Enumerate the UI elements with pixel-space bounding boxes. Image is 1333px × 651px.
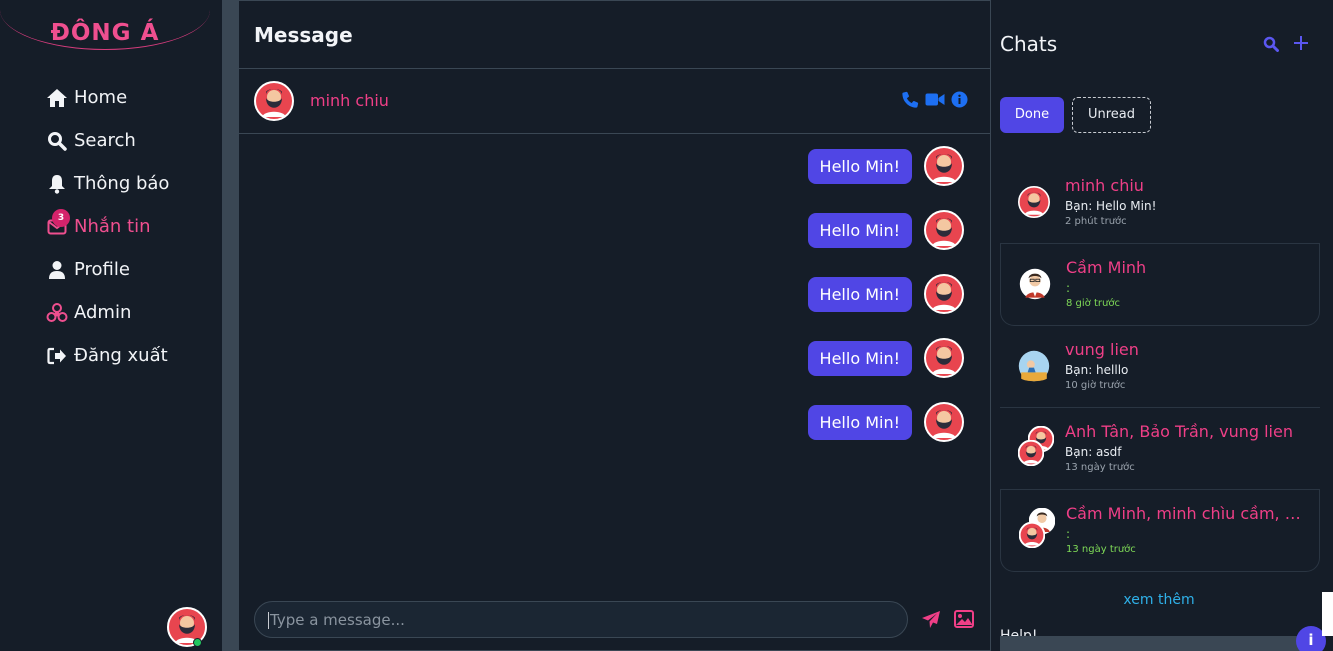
sidebar-item-messages[interactable]: 3 Nhắn tin (46, 205, 169, 248)
sender-avatar (924, 210, 964, 250)
sidebar-nav: Home Search Thông báo 3 Nhắn tin Profile… (46, 76, 169, 377)
sidebar-item-logout[interactable]: Đăng xuất (46, 334, 169, 377)
chat-avatar (1019, 268, 1051, 300)
bell-icon (46, 173, 68, 195)
filter-unread-button[interactable]: Unread (1072, 97, 1151, 133)
video-call-icon[interactable] (925, 92, 945, 107)
sender-avatar (924, 402, 964, 442)
app: ĐÔNG Á Home Search Thông báo 3 Nhắn tin … (0, 0, 1333, 651)
sidebar-item-home[interactable]: Home (46, 76, 169, 119)
message-row: Hello Min! (807, 338, 964, 378)
chat-last-message: : (1066, 281, 1071, 295)
image-upload-icon[interactable] (954, 610, 974, 628)
conversation-actions (902, 91, 968, 108)
filter-done-button[interactable]: Done (1000, 97, 1064, 133)
sidebar-item-label: Thông báo (74, 173, 170, 194)
chats-panel: Chats Done Unread minh chiu Bạn: Hello M… (991, 0, 1333, 651)
sender-avatar (924, 146, 964, 186)
sender-avatar (924, 338, 964, 378)
user-icon (46, 259, 68, 281)
sidebar-item-profile[interactable]: Profile (46, 248, 169, 291)
sidebar-item-label: Đăng xuất (74, 345, 168, 366)
search-icon (46, 130, 68, 152)
chat-time: 10 giờ trước (1065, 380, 1126, 391)
message-row: Hello Min! (807, 146, 964, 186)
page-title: Message (254, 22, 353, 47)
chat-name: Cầm Minh, minh chìu cầm, Mi... (1066, 504, 1314, 523)
sidebar-item-label: Home (74, 87, 128, 108)
chat-name: vung lien (1065, 340, 1139, 359)
sidebar-item-admin[interactable]: Admin (46, 291, 169, 334)
message-row: Hello Min! (807, 210, 964, 250)
message-row: Hello Min! (807, 274, 964, 314)
sidebar-item-label: Nhắn tin (74, 216, 151, 237)
chat-last-message: Bạn: Hello Min! (1065, 199, 1157, 213)
message-input[interactable]: Type a message... (254, 601, 908, 638)
scrollbar-thumb[interactable] (1322, 592, 1333, 636)
biohazard-icon (46, 302, 68, 324)
sidebar-item-label: Search (74, 130, 136, 151)
chat-time: 13 ngày trước (1066, 544, 1136, 555)
chat-list-item[interactable]: Anh Tân, Bảo Trần, vung lien Bạn: asdf 1… (1000, 408, 1320, 490)
chat-list-item[interactable]: vung lien Bạn: helllo 10 giờ trước (1000, 326, 1320, 408)
sidebar-item-label: Admin (74, 302, 132, 323)
message-bubble[interactable]: Hello Min! (807, 340, 912, 376)
brand-logo[interactable]: ĐÔNG Á (0, 0, 210, 52)
contact-name[interactable]: minh chiu (310, 91, 389, 110)
conversation-header: minh chiu (239, 69, 990, 134)
scrollbar-track[interactable] (1322, 0, 1333, 592)
send-icon[interactable] (921, 610, 941, 629)
chat-name: Cầm Minh (1066, 258, 1147, 277)
sidebar-item-search[interactable]: Search (46, 119, 169, 162)
contact-avatar[interactable] (254, 81, 294, 121)
chat-list-item[interactable]: minh chiu Bạn: Hello Min! 2 phút trước (1000, 162, 1320, 244)
chat-avatar (1018, 186, 1050, 218)
plus-icon[interactable] (1293, 34, 1309, 52)
chats-title: Chats (1000, 32, 1058, 56)
message-bubble[interactable]: Hello Min! (807, 404, 912, 440)
message-row: Hello Min! (807, 402, 964, 442)
unread-badge: 3 (52, 209, 70, 227)
message-bubble[interactable]: Hello Min! (807, 148, 912, 184)
chat-time: 13 ngày trước (1065, 462, 1135, 473)
logout-icon (46, 345, 68, 367)
chat-list-item[interactable]: Cầm Minh : 8 giờ trước (1000, 244, 1320, 326)
phone-icon[interactable] (902, 91, 919, 108)
sidebar-item-notifications[interactable]: Thông báo (46, 162, 169, 205)
chat-last-message: : (1066, 527, 1071, 541)
home-icon (46, 87, 68, 109)
help-bar (1000, 636, 1313, 651)
brand-name: ĐÔNG Á (50, 20, 160, 46)
chat-time: 2 phút trước (1065, 216, 1127, 227)
text-caret (268, 612, 269, 629)
see-more-link[interactable]: xem thêm (991, 592, 1327, 608)
message-input-placeholder: Type a message... (270, 611, 405, 629)
info-icon[interactable] (951, 91, 968, 108)
chat-time: 8 giờ trước (1066, 298, 1120, 309)
group-avatar-front (1018, 440, 1044, 466)
message-bubble[interactable]: Hello Min! (807, 276, 912, 312)
chat-name: Anh Tân, Bảo Trần, vung lien (1065, 422, 1293, 441)
message-bubble[interactable]: Hello Min! (807, 212, 912, 248)
chat-list: minh chiu Bạn: Hello Min! 2 phút trước C… (1000, 162, 1320, 572)
chat-name: minh chiu (1065, 176, 1144, 195)
message-header: Message (239, 1, 990, 69)
search-icon[interactable] (1263, 36, 1279, 52)
chat-avatar (1018, 350, 1050, 382)
chat-last-message: Bạn: asdf (1065, 445, 1122, 459)
sidebar-item-label: Profile (74, 259, 130, 280)
chat-last-message: Bạn: helllo (1065, 363, 1129, 377)
chat-list-item[interactable]: Cầm Minh, minh chìu cầm, Mi... : 13 ngày… (1000, 490, 1320, 572)
online-status-dot (193, 638, 202, 647)
sidebar: ĐÔNG Á Home Search Thông báo 3 Nhắn tin … (0, 0, 222, 651)
sender-avatar (924, 274, 964, 314)
message-panel: Message minh chiu Hello Min! Hello Min! … (238, 0, 991, 651)
group-avatar-front (1019, 522, 1045, 548)
divider (222, 0, 238, 651)
